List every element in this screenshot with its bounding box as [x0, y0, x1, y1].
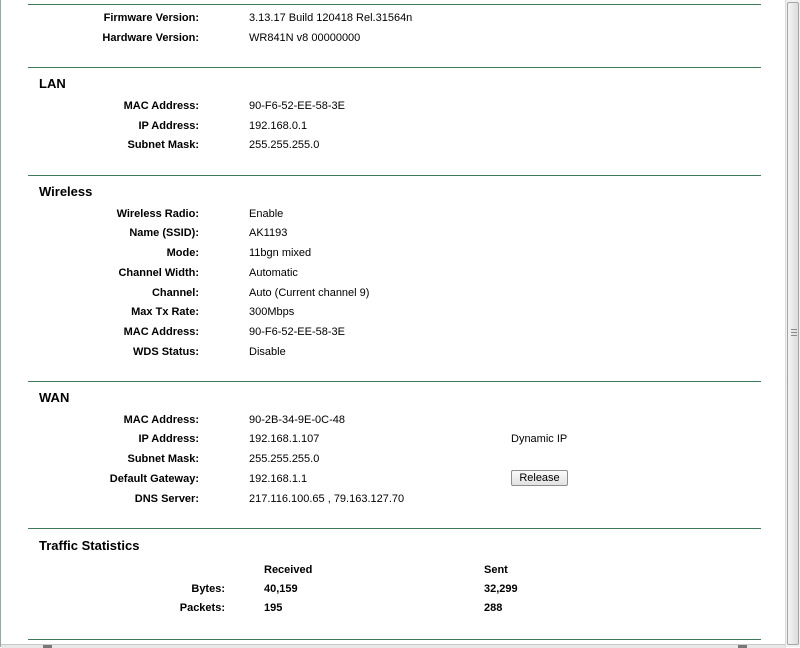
wan-mac-label: MAC Address: — [123, 414, 199, 426]
wireless-wds-value: Disable — [249, 346, 286, 358]
wan-gateway-row: Default Gateway: 192.168.1.1 Release — [1, 470, 761, 487]
sent-header: Sent — [484, 564, 508, 576]
wireless-rate-row: Max Tx Rate: 300Mbps — [1, 304, 761, 320]
lan-mask-label: Subnet Mask: — [127, 139, 199, 151]
wireless-rate-label: Max Tx Rate: — [131, 306, 199, 318]
firmware-row: Firmware Version: 3.13.17 Build 120418 R… — [1, 10, 761, 26]
lan-mask-row: Subnet Mask: 255.255.255.0 — [1, 137, 761, 153]
wan-mask-row: Subnet Mask: 255.255.255.0 — [1, 451, 761, 467]
wireless-mac-value: 90-F6-52-EE-58-3E — [249, 326, 345, 338]
frame-bottom-edge — [1, 644, 786, 648]
received-header: Received — [264, 564, 313, 576]
lan-ip-row: IP Address: 192.168.0.1 — [1, 118, 761, 134]
wan-dns-label: DNS Server: — [134, 493, 199, 505]
wan-gateway-value: 192.168.1.1 — [249, 473, 308, 485]
wireless-width-value: Automatic — [249, 267, 298, 279]
hardware-value: WR841N v8 00000000 — [249, 32, 361, 44]
release-button[interactable]: Release — [511, 470, 568, 486]
section-divider — [28, 381, 761, 382]
wan-mask-value: 255.255.255.0 — [249, 453, 320, 465]
section-divider — [28, 639, 761, 640]
wireless-ssid-label: Name (SSID): — [129, 227, 199, 239]
lan-mask-value: 255.255.255.0 — [249, 139, 320, 151]
section-divider — [28, 4, 761, 5]
vertical-scrollbar[interactable] — [785, 0, 800, 647]
packets-sent-value: 288 — [484, 602, 503, 614]
section-divider — [28, 175, 761, 176]
wan-ip-value: 192.168.1.107 — [249, 433, 320, 445]
lan-mac-row: MAC Address: 90-F6-52-EE-58-3E — [1, 98, 761, 114]
traffic-title: Traffic Statistics — [39, 538, 140, 553]
wireless-radio-value: Enable — [249, 208, 284, 220]
firmware-label: Firmware Version: — [103, 12, 199, 24]
section-divider — [28, 67, 761, 68]
wan-title: WAN — [39, 390, 70, 405]
lan-ip-value: 192.168.0.1 — [249, 120, 308, 132]
wireless-mode-value: 11bgn mixed — [249, 247, 312, 259]
traffic-packets-row: Packets: 195 288 — [1, 600, 761, 616]
wireless-mode-row: Mode: 11bgn mixed — [1, 245, 761, 261]
hardware-label: Hardware Version: — [102, 32, 199, 44]
hardware-row: Hardware Version: WR841N v8 00000000 — [1, 30, 761, 46]
wireless-mode-label: Mode: — [166, 247, 199, 259]
lan-title: LAN — [39, 76, 66, 91]
wireless-channel-value: Auto (Current channel 9) — [249, 287, 370, 299]
bytes-received-value: 40,159 — [264, 583, 298, 595]
status-page: Firmware Version: 3.13.17 Build 120418 R… — [0, 0, 786, 648]
wan-mac-row: MAC Address: 90-2B-34-9E-0C-48 — [1, 412, 761, 428]
traffic-bytes-row: Bytes: 40,159 32,299 — [1, 581, 761, 597]
lan-ip-label: IP Address: — [138, 120, 199, 132]
wan-gateway-label: Default Gateway: — [109, 473, 199, 485]
wireless-ssid-row: Name (SSID): AK1193 — [1, 225, 761, 241]
bytes-label: Bytes: — [191, 583, 225, 595]
wan-dns-value: 217.116.100.65 , 79.163.127.70 — [249, 493, 405, 505]
wireless-width-label: Channel Width: — [118, 267, 199, 279]
wan-ip-row: IP Address: 192.168.1.107 Dynamic IP — [1, 431, 761, 447]
wan-ip-label: IP Address: — [138, 433, 199, 445]
wireless-rate-value: 300Mbps — [249, 306, 295, 318]
wan-mask-label: Subnet Mask: — [127, 453, 199, 465]
wireless-channel-row: Channel: Auto (Current channel 9) — [1, 285, 761, 301]
wan-ip-type: Dynamic IP — [511, 433, 568, 445]
wan-dns-row: DNS Server: 217.116.100.65 , 79.163.127.… — [1, 491, 761, 507]
wireless-width-row: Channel Width: Automatic — [1, 265, 761, 281]
wireless-wds-row: WDS Status: Disable — [1, 344, 761, 360]
wireless-radio-row: Wireless Radio: Enable — [1, 206, 761, 222]
bytes-sent-value: 32,299 — [484, 583, 518, 595]
wireless-mac-row: MAC Address: 90-F6-52-EE-58-3E — [1, 324, 761, 340]
wireless-title: Wireless — [39, 184, 93, 199]
scrollbar-thumb[interactable] — [787, 2, 799, 645]
packets-received-value: 195 — [264, 602, 283, 614]
packets-label: Packets: — [179, 602, 225, 614]
lan-mac-label: MAC Address: — [123, 100, 199, 112]
wireless-channel-label: Channel: — [151, 287, 199, 299]
wireless-ssid-value: AK1193 — [249, 227, 288, 239]
lan-mac-value: 90-F6-52-EE-58-3E — [249, 100, 345, 112]
wireless-wds-label: WDS Status: — [133, 346, 199, 358]
section-divider — [28, 528, 761, 529]
wireless-radio-label: Wireless Radio: — [116, 208, 199, 220]
firmware-value: 3.13.17 Build 120418 Rel.31564n — [249, 12, 413, 24]
wan-mac-value: 90-2B-34-9E-0C-48 — [249, 414, 345, 426]
wireless-mac-label: MAC Address: — [123, 326, 199, 338]
scrollbar-grip-icon — [791, 329, 797, 336]
